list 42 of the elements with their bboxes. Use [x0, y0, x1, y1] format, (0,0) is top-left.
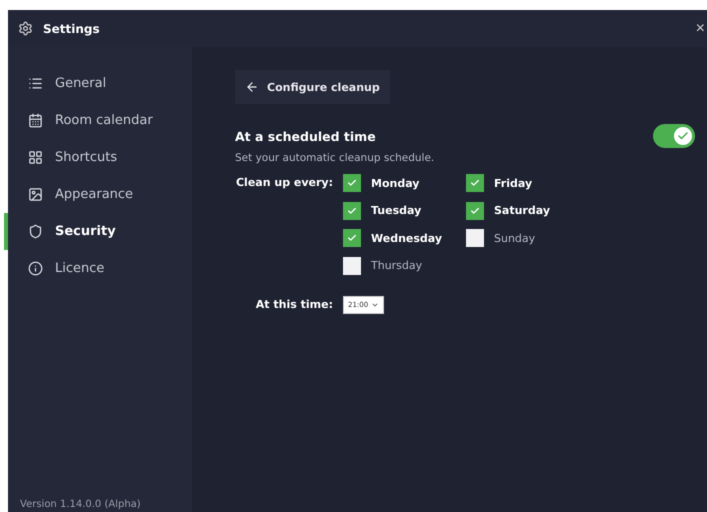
sidebar-item[interactable]: Shortcuts [4, 139, 192, 176]
sidebar-item[interactable]: Appearance [4, 176, 192, 213]
section-subtitle: Set your automatic cleanup schedule. [235, 152, 436, 164]
days-label: Clean up every: [235, 175, 334, 191]
settings-icon [18, 21, 33, 36]
check-icon [347, 178, 357, 188]
back-button[interactable]: Configure cleanup [235, 70, 390, 104]
list-icon [28, 76, 43, 91]
day-label: Monday [371, 176, 420, 190]
window-title: Settings [43, 22, 101, 36]
day-label: Sunday [494, 232, 536, 244]
check-icon [677, 130, 689, 142]
checkbox[interactable] [343, 174, 361, 192]
checkbox[interactable] [466, 229, 484, 247]
toggle-switch[interactable] [653, 124, 695, 148]
sidebar-item[interactable]: Security [4, 213, 192, 250]
checkbox[interactable] [466, 174, 484, 192]
checkbox[interactable] [343, 202, 361, 220]
check-icon [347, 233, 357, 243]
checkbox[interactable] [466, 202, 484, 220]
info-icon [28, 261, 43, 276]
checkbox[interactable] [343, 229, 361, 247]
check-icon [347, 206, 357, 216]
time-label: At this time: [254, 296, 334, 312]
section-title: At a scheduled time [235, 128, 377, 144]
close-button[interactable]: × [696, 20, 705, 38]
version-text: Version 1.14.0.0 (Alpha) [19, 499, 142, 512]
day-label: Saturday [494, 204, 550, 217]
sidebar-item[interactable]: Licence [4, 250, 192, 287]
day-label: Wednesday [371, 232, 442, 244]
day-label: Thursday [371, 259, 422, 272]
day-label: Friday [494, 176, 532, 190]
calendar-icon [28, 113, 43, 128]
sidebar-item[interactable]: Room calendar [4, 102, 192, 139]
day-label: Tuesday [371, 204, 422, 217]
shield-icon [28, 224, 43, 239]
sidebar-item[interactable]: General [4, 65, 192, 102]
image-icon [28, 187, 43, 202]
check-icon [470, 178, 480, 188]
grid-icon [28, 150, 43, 165]
checkbox[interactable] [343, 256, 361, 274]
check-icon [470, 206, 480, 216]
